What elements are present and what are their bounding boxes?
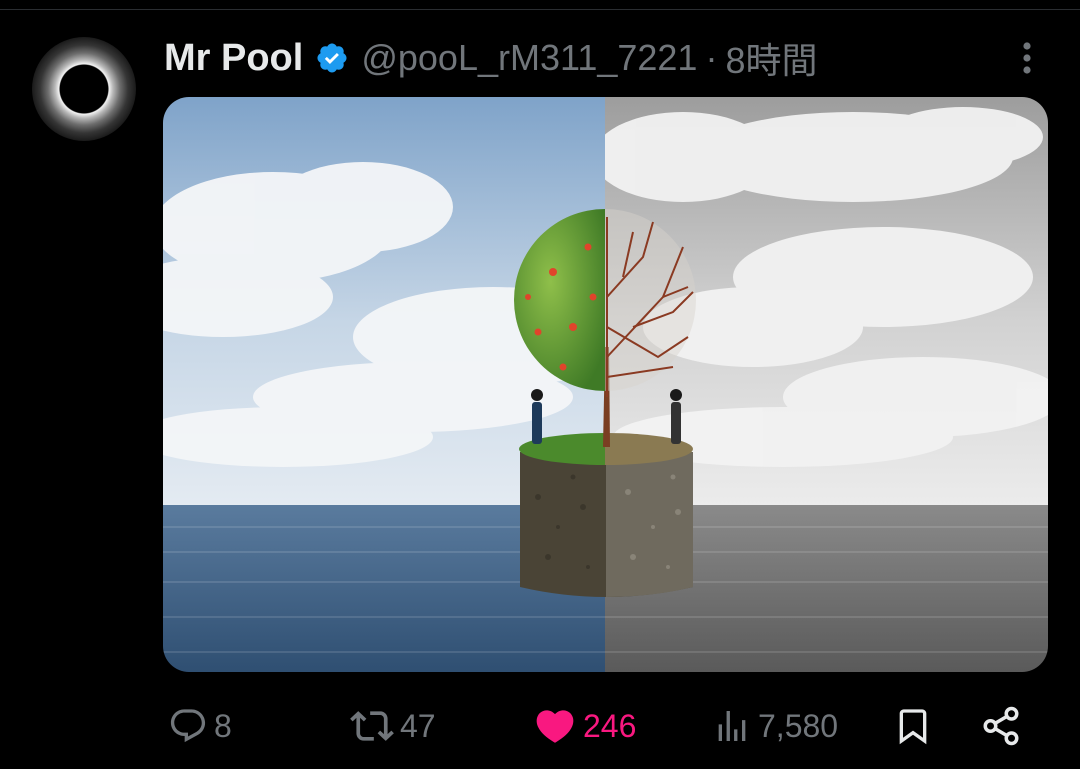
repost-icon bbox=[350, 711, 394, 741]
tweet-header: Mr Pool @pooL_rM311_7221 · 8時間 bbox=[164, 33, 818, 83]
display-name[interactable]: Mr Pool bbox=[164, 37, 303, 80]
action-bar: 8 47 246 7,580 bbox=[0, 696, 1080, 756]
author-handle[interactable]: @pooL_rM311_7221 bbox=[361, 37, 697, 79]
timestamp[interactable]: 8時間 bbox=[725, 32, 817, 84]
views-button[interactable]: 7,580 bbox=[712, 696, 838, 756]
view-count: 7,580 bbox=[758, 707, 839, 744]
more-vertical-icon[interactable] bbox=[1010, 38, 1044, 78]
repost-count: 47 bbox=[400, 707, 436, 744]
views-bar-chart-icon bbox=[718, 711, 746, 741]
share-button[interactable] bbox=[980, 696, 1022, 756]
reply-icon bbox=[170, 709, 206, 743]
top-divider bbox=[0, 0, 1080, 10]
reply-button[interactable]: 8 bbox=[168, 696, 232, 756]
bookmark-button[interactable] bbox=[893, 696, 933, 756]
heart-filled-icon bbox=[536, 710, 574, 743]
bookmark-icon bbox=[899, 709, 927, 745]
share-icon bbox=[983, 706, 1019, 746]
tweet-media-image[interactable] bbox=[163, 97, 1048, 672]
repost-button[interactable]: 47 bbox=[350, 696, 436, 756]
verified-badge-icon bbox=[315, 41, 349, 75]
like-button[interactable]: 246 bbox=[533, 696, 636, 756]
like-count: 246 bbox=[583, 707, 637, 744]
separator-dot: · bbox=[705, 37, 718, 78]
reply-count: 8 bbox=[214, 707, 232, 744]
avatar[interactable] bbox=[32, 37, 136, 141]
